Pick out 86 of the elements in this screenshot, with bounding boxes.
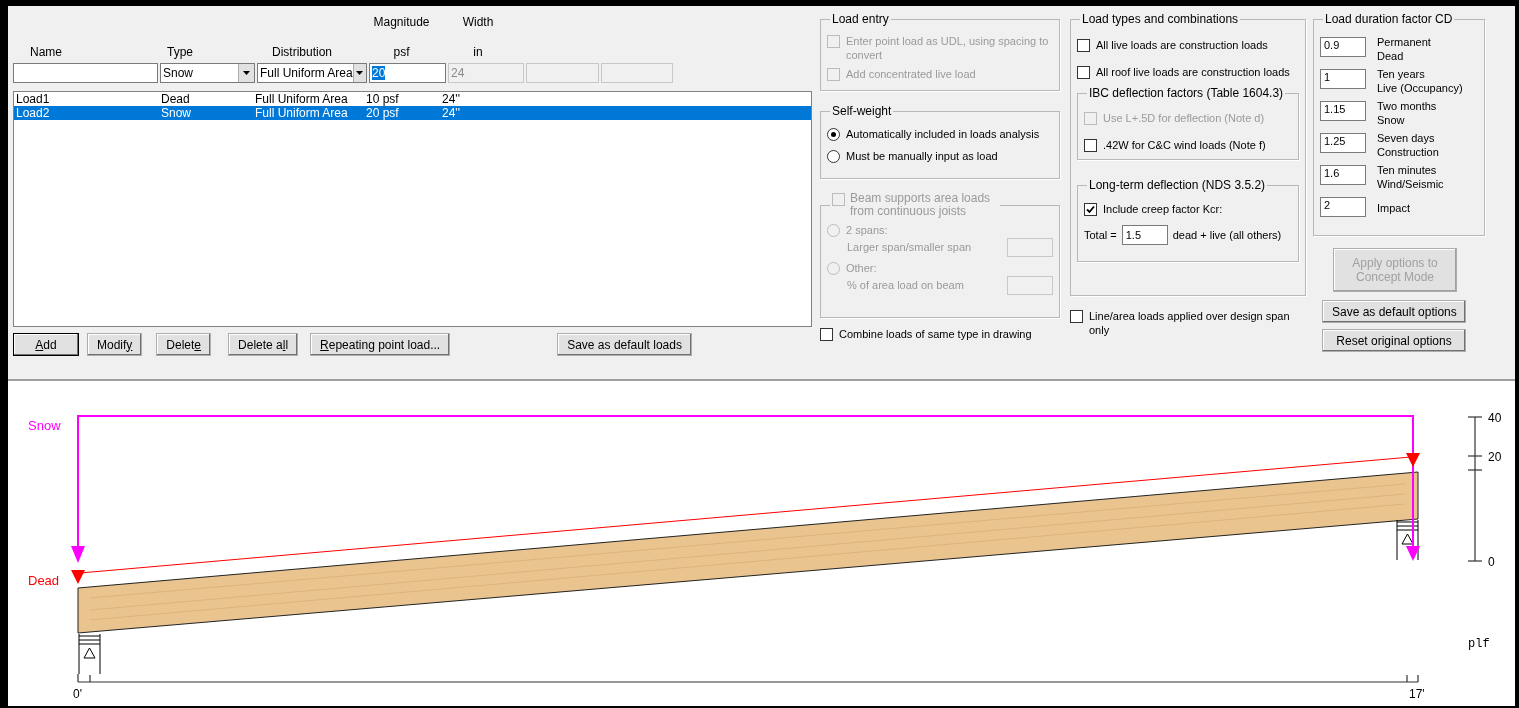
checkbox[interactable] <box>1077 66 1090 79</box>
load-label: Snow <box>28 418 61 433</box>
checkbox[interactable] <box>1084 203 1097 216</box>
factor-label: Live (Occupancy) <box>1377 81 1463 95</box>
checkbox-label: All roof live loads are construction loads <box>1096 65 1290 79</box>
checkbox-label: Add concentrated live load <box>846 67 976 81</box>
group-title: IBC deflection factors (Table 1604.3) <box>1088 87 1285 100</box>
field-label: % of area load on beam <box>847 278 964 294</box>
group-title: Load types and combinations <box>1081 13 1240 26</box>
factor-field[interactable]: 2 <box>1320 197 1366 217</box>
column-header: in <box>473 45 483 59</box>
checkbox[interactable] <box>1070 310 1083 323</box>
checkbox-label: Enter point load as UDL, using spacing to convert <box>846 34 1050 62</box>
group-title: Long-term deflection (NDS 3.5.2) <box>1088 179 1267 192</box>
span-label: 0' <box>73 687 82 701</box>
caret-icon <box>356 71 364 75</box>
load-list[interactable]: Load1 Dead Full Uniform Area 10 psf 24'' Load2 Snow Full Uniform Area 20 psf 24'' <box>13 91 812 327</box>
factor-label: Two months <box>1377 99 1437 113</box>
button[interactable]: Delete <box>156 333 212 356</box>
support-icon <box>1396 519 1419 561</box>
column-header: Name <box>30 45 62 59</box>
scale-label: 40 <box>1488 411 1502 425</box>
checkbox-label: .42W for C&C wind loads (Note f) <box>1103 138 1266 152</box>
field-label: Total = <box>1084 227 1117 243</box>
caret-icon <box>243 71 250 75</box>
button[interactable]: Add <box>13 333 79 356</box>
column-header: Type <box>167 45 193 59</box>
radio-label: Must be manually input as load <box>846 149 998 163</box>
group-title: Self-weight <box>831 105 893 118</box>
type-dropdown[interactable]: Snow <box>160 63 255 83</box>
factor-label: Impact <box>1377 201 1410 215</box>
checkbox-label: All live loads are construction loads <box>1096 38 1268 52</box>
radio-button[interactable] <box>827 128 840 141</box>
distribution-dropdown[interactable]: Full Uniform Area <box>257 63 367 83</box>
group-title: Load duration factor CD <box>1324 13 1454 26</box>
checkbox[interactable] <box>1084 139 1097 152</box>
checkbox[interactable] <box>1077 39 1090 52</box>
load-label: Dead <box>28 573 60 588</box>
checkbox[interactable] <box>820 328 833 341</box>
field-label: dead + live (all others) <box>1172 227 1282 243</box>
column-header: Width <box>462 15 494 29</box>
column-header: psf <box>393 45 410 59</box>
factor-field[interactable]: 1.6 <box>1320 165 1366 185</box>
factor-label: Dead <box>1377 49 1405 63</box>
factor-label: Wind/Seismic <box>1377 177 1444 191</box>
radio-label: Other: <box>846 261 877 275</box>
column-header: Distribution <box>272 45 333 59</box>
factor-label: Construction <box>1377 145 1439 159</box>
scale-label: 0 <box>1488 555 1495 569</box>
input-field[interactable] <box>1007 238 1053 257</box>
factor-label: Permanent <box>1377 35 1431 49</box>
scale-label: 20 <box>1488 450 1502 464</box>
unit-label: plf <box>1468 637 1490 651</box>
checkbox-label: Beam supports area loads from continuous joists <box>850 192 992 218</box>
list-row[interactable]: Load2 Snow Full Uniform Area 20 psf 24'' <box>14 106 811 120</box>
factor-field[interactable]: 1 <box>1320 69 1366 89</box>
support-icon <box>78 633 101 675</box>
input-field[interactable] <box>1007 276 1053 295</box>
radio-label: 2 spans: <box>846 223 888 237</box>
factor-field[interactable]: 0.9 <box>1320 37 1366 57</box>
button[interactable]: Delete all <box>228 333 299 356</box>
factor-label: Snow <box>1377 113 1406 127</box>
checkbox-label: Combine loads of same type in drawing <box>839 327 1032 341</box>
button[interactable]: Repeating point load... <box>310 333 451 356</box>
checkbox-label: Include creep factor Kcr: <box>1103 202 1223 216</box>
name-field[interactable] <box>13 63 158 83</box>
radio-label: Automatically included in loads analysis <box>846 127 1040 141</box>
factor-label: Ten years <box>1377 67 1426 81</box>
radio-button[interactable] <box>827 150 840 163</box>
span-label: 17' <box>1409 687 1425 701</box>
total-field[interactable]: 1.5 <box>1121 225 1168 245</box>
factor-field[interactable]: 1.15 <box>1320 101 1366 121</box>
factor-label: Seven days <box>1377 131 1436 145</box>
factor-field[interactable]: 1.25 <box>1320 133 1366 153</box>
factor-label: Ten minutes <box>1377 163 1438 177</box>
checkbox-label: Line/area loads applied over design span only <box>1089 309 1291 337</box>
list-row[interactable]: Load1 Dead Full Uniform Area 10 psf 24'' <box>14 92 811 106</box>
button[interactable]: Modify <box>87 333 143 356</box>
magnitude-field[interactable]: 20 <box>369 63 446 83</box>
checkbox-label: Use L+.5D for deflection (Note d) <box>1103 111 1265 125</box>
group-title: Load entry <box>831 13 890 26</box>
button[interactable]: Reset original options <box>1322 329 1466 352</box>
field-label: Larger span/smaller span <box>847 240 972 256</box>
button[interactable]: Save as default options <box>1322 300 1466 323</box>
column-header: Magnitude <box>373 15 430 29</box>
button[interactable]: Save as default loads <box>557 333 692 356</box>
